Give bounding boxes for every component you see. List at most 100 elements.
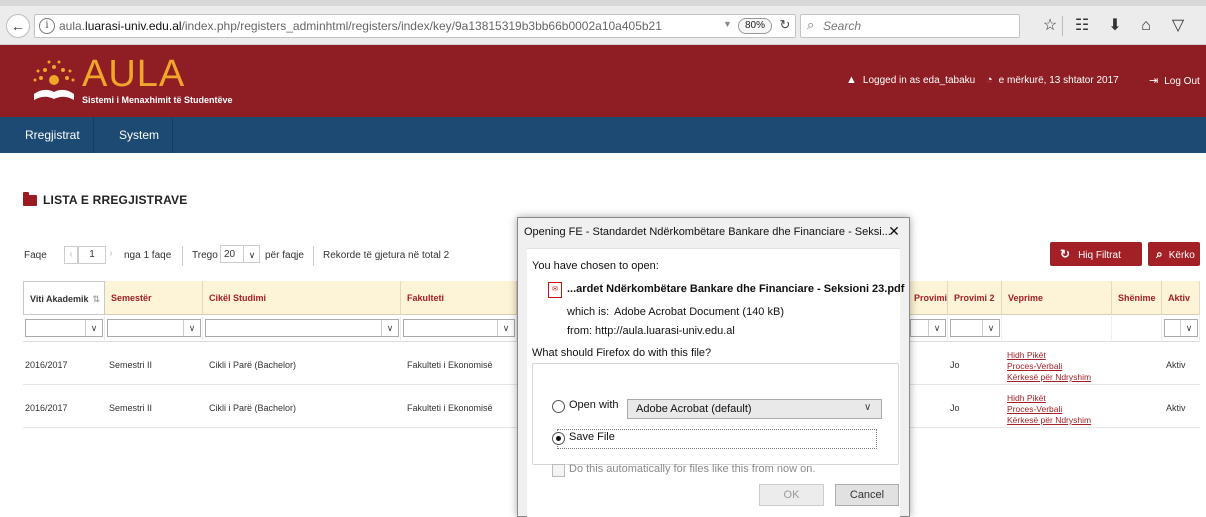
col-header-actions[interactable]: Veprime: [1002, 281, 1112, 315]
minutes-link[interactable]: Proces-Verbali: [1007, 361, 1112, 372]
save-file-radio[interactable]: [552, 432, 565, 445]
records-total: Rekorde të gjetura në total 2: [323, 250, 450, 261]
search-button[interactable]: ⌕ Kërko: [1148, 242, 1200, 266]
open-with-radio[interactable]: [552, 400, 565, 413]
url-dropdown-icon[interactable]: ▼: [723, 19, 732, 29]
back-arrow-icon[interactable]: ←: [6, 14, 30, 38]
browser-toolbar: ← i aula.luarasi-univ.edu.al/index.php/r…: [0, 0, 1206, 45]
cell-semester: Semestri II: [105, 389, 203, 428]
cell-faculty: Fakulteti i Ekonomisë: [401, 389, 517, 428]
close-icon[interactable]: ✕: [886, 223, 902, 239]
cell-notes: [1112, 389, 1162, 428]
change-request-link[interactable]: Kërkesë për Ndryshim: [1007, 372, 1112, 383]
filter-cell: ∨: [105, 316, 203, 342]
clock-icon: ◔: [986, 74, 993, 86]
col-header-year-label: Viti Akademik: [30, 294, 89, 304]
page-number-input[interactable]: 1: [78, 246, 106, 264]
search-input[interactable]: ⌕ Search: [800, 14, 1020, 38]
nav-item-rregjistrat[interactable]: Rregjistrat: [12, 117, 94, 153]
col-header-cycle[interactable]: Cikël Studimi: [203, 281, 401, 315]
file-type-value: Adobe Acrobat Document (140 kB): [614, 306, 784, 318]
url-bar[interactable]: i aula.luarasi-univ.edu.al/index.php/reg…: [34, 14, 796, 38]
filter-cell: [1002, 316, 1112, 342]
pager-of-pages: nga 1 faqe: [124, 250, 172, 261]
file-source-value: http://aula.luarasi-univ.edu.al: [595, 325, 735, 337]
search-icon: ⌕: [1156, 247, 1163, 261]
folder-icon: [23, 192, 37, 206]
auto-action-label: Do this automatically for files like thi…: [569, 463, 816, 475]
col-header-semester[interactable]: Semestër: [105, 281, 203, 315]
cancel-button[interactable]: Cancel: [835, 484, 899, 506]
col-header-exam1[interactable]: Provimi 1: [908, 281, 948, 315]
pocket-icon[interactable]: ▽: [1168, 17, 1188, 35]
main-nav: Rregjistrat System: [0, 117, 1206, 153]
filter-faculty-select[interactable]: ∨: [403, 319, 515, 337]
filter-cell: ∨: [401, 316, 517, 342]
search-label: Kërko: [1168, 250, 1195, 261]
filter-cell: [1112, 316, 1162, 342]
pager-page-label: Faqe: [24, 250, 47, 261]
next-page-arrow-icon[interactable]: ›: [106, 246, 116, 262]
per-page-value: 20: [224, 249, 236, 260]
app-header: AULA Sistemi i Menaxhimit të Studentëve …: [0, 45, 1206, 117]
application-select[interactable]: Adobe Acrobat (default) ∨: [627, 399, 882, 419]
search-icon: ⌕: [807, 17, 815, 32]
clear-filters-label: Hiq Filtrat: [1078, 250, 1121, 261]
reload-icon[interactable]: ↻: [777, 17, 793, 33]
minutes-link[interactable]: Proces-Verbali: [1007, 404, 1112, 415]
zoom-level-badge[interactable]: 80%: [738, 18, 772, 34]
open-with-label[interactable]: Open with: [569, 399, 619, 411]
user-info: ▲ Logged in as eda_tabaku: [846, 74, 975, 86]
tab-strip: [0, 0, 1206, 6]
enter-grades-link[interactable]: Hidh Pikët: [1007, 350, 1112, 361]
page-title: LISTA E RREGJISTRAVE: [43, 193, 188, 207]
filter-semester-select[interactable]: ∨: [107, 319, 201, 337]
clear-filters-button[interactable]: ↻ Hiq Filtrat: [1050, 242, 1142, 266]
dialog-title: Opening FE - Standardet Ndërkombëtare Ba…: [524, 226, 891, 238]
filter-cell: ∨: [948, 316, 1002, 342]
logout-label: Log Out: [1164, 76, 1200, 87]
nav-item-system[interactable]: System: [106, 117, 174, 153]
filter-cell: ∨: [23, 316, 105, 342]
per-page-select[interactable]: 20 ∨: [220, 245, 260, 263]
col-header-active[interactable]: Aktiv: [1162, 281, 1200, 315]
cell-semester: Semestri II: [105, 346, 203, 385]
change-request-link[interactable]: Kërkesë për Ndryshim: [1007, 415, 1112, 426]
col-header-year[interactable]: Viti Akademik ⇅: [23, 281, 105, 315]
bookmark-star-icon[interactable]: ☆: [1040, 17, 1060, 35]
url-domain: luarasi-univ.edu.al: [85, 19, 182, 33]
logo-title: AULA: [82, 53, 186, 95]
filter-cell: ∨: [908, 316, 948, 342]
logged-in-text: Logged in as eda_tabaku: [862, 75, 976, 86]
url-text[interactable]: aula.luarasi-univ.edu.al/index.php/regis…: [59, 19, 699, 33]
cell-exam1: [908, 346, 948, 385]
save-file-label[interactable]: Save File: [569, 431, 615, 443]
ok-button[interactable]: OK: [759, 484, 824, 506]
date-text: e mërkurë, 13 shtator 2017: [998, 75, 1119, 86]
filter-active-select[interactable]: ∨: [1164, 319, 1198, 337]
dialog-body: You have chosen to open: ✉ ...ardet Ndër…: [527, 248, 904, 517]
home-icon[interactable]: ⌂: [1136, 17, 1156, 35]
filter-cycle-select[interactable]: ∨: [205, 319, 399, 337]
filter-year-select[interactable]: ∨: [25, 319, 103, 337]
cell-cycle: Cikli i Parë (Bachelor): [203, 389, 401, 428]
chevron-down-icon: ∨: [183, 320, 200, 336]
col-header-faculty[interactable]: Fakulteti: [401, 281, 517, 315]
auto-action-checkbox[interactable]: [552, 464, 565, 477]
filter-exam2-select[interactable]: ∨: [950, 319, 1000, 337]
logout-link[interactable]: ⇥ Log Out: [1149, 74, 1200, 87]
sort-icon: ⇅: [92, 294, 101, 304]
reading-list-icon[interactable]: ☷: [1072, 17, 1092, 35]
filter-exam1-select[interactable]: ∨: [910, 319, 946, 337]
prev-page-arrow-icon[interactable]: ‹: [64, 246, 78, 264]
per-page-label: Trego: [192, 250, 218, 261]
cell-active: Aktiv: [1162, 389, 1200, 428]
enter-grades-link[interactable]: Hidh Pikët: [1007, 393, 1112, 404]
col-header-notes[interactable]: Shënime: [1112, 281, 1162, 315]
chevron-down-icon: ∨: [85, 320, 102, 336]
info-icon[interactable]: i: [39, 18, 55, 34]
col-header-exam2[interactable]: Provimi 2: [948, 281, 1002, 315]
url-prefix: aula.: [59, 19, 86, 33]
download-arrow-icon[interactable]: ⬇: [1105, 17, 1125, 35]
cell-year: 2016/2017: [23, 346, 105, 385]
